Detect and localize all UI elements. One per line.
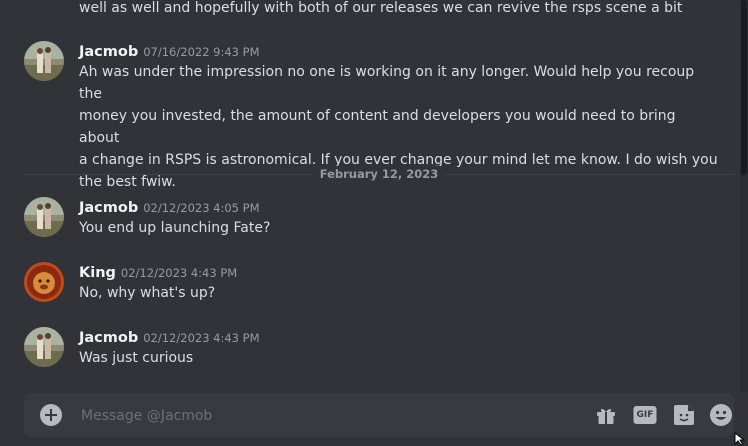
- timestamp[interactable]: 07/16/2022 9:43 PM: [143, 45, 259, 59]
- author-name[interactable]: King: [79, 265, 116, 281]
- message-composer: GIF: [24, 393, 734, 437]
- mouse-cursor-icon: [734, 432, 746, 446]
- message-content: You end up launching Fate?: [79, 220, 271, 236]
- jacmob-avatar: [24, 41, 64, 81]
- avatar[interactable]: [24, 197, 64, 237]
- emoji-icon[interactable]: [709, 403, 733, 427]
- gif-icon[interactable]: GIF: [633, 403, 657, 427]
- date-divider-label: February 12, 2023: [313, 166, 445, 182]
- avatar[interactable]: [24, 41, 64, 81]
- scrollbar-thumb[interactable]: [741, 0, 747, 175]
- message-line: money you invested, the amount of conten…: [79, 108, 676, 146]
- message-header: Jacmob 02/12/2023 4:43 PM: [79, 327, 260, 346]
- timestamp[interactable]: 02/12/2023 4:05 PM: [143, 201, 259, 215]
- author-name[interactable]: Jacmob: [79, 200, 138, 216]
- king-avatar: [24, 262, 64, 302]
- timestamp[interactable]: 02/12/2023 4:43 PM: [143, 331, 259, 345]
- message-line: Ah was under the impression no one is wo…: [79, 64, 695, 102]
- timestamp[interactable]: 02/12/2023 4:43 PM: [121, 266, 237, 280]
- gift-icon[interactable]: [594, 403, 618, 427]
- chat-messages: well as well and hopefully with both of …: [0, 0, 740, 392]
- author-name[interactable]: Jacmob: [79, 44, 138, 60]
- jacmob-avatar: [24, 327, 64, 367]
- avatar[interactable]: [24, 262, 64, 302]
- message-input[interactable]: [79, 403, 563, 429]
- previous-message-text: well as well and hopefully with both of …: [79, 0, 683, 16]
- add-icon[interactable]: [40, 404, 62, 426]
- gif-label: GIF: [636, 410, 654, 420]
- message-content: No, why what's up?: [79, 285, 216, 301]
- sticker-icon[interactable]: [672, 403, 696, 427]
- message-header: Jacmob 02/12/2023 4:05 PM: [79, 197, 260, 216]
- author-name[interactable]: Jacmob: [79, 330, 138, 346]
- date-divider: February 12, 2023: [24, 166, 734, 182]
- chat-scrollbar[interactable]: [740, 0, 748, 392]
- jacmob-avatar: [24, 197, 64, 237]
- message-header: Jacmob 07/16/2022 9:43 PM: [79, 41, 260, 60]
- message-content: Was just curious: [79, 350, 194, 366]
- message-header: King 02/12/2023 4:43 PM: [79, 262, 237, 281]
- avatar[interactable]: [24, 327, 64, 367]
